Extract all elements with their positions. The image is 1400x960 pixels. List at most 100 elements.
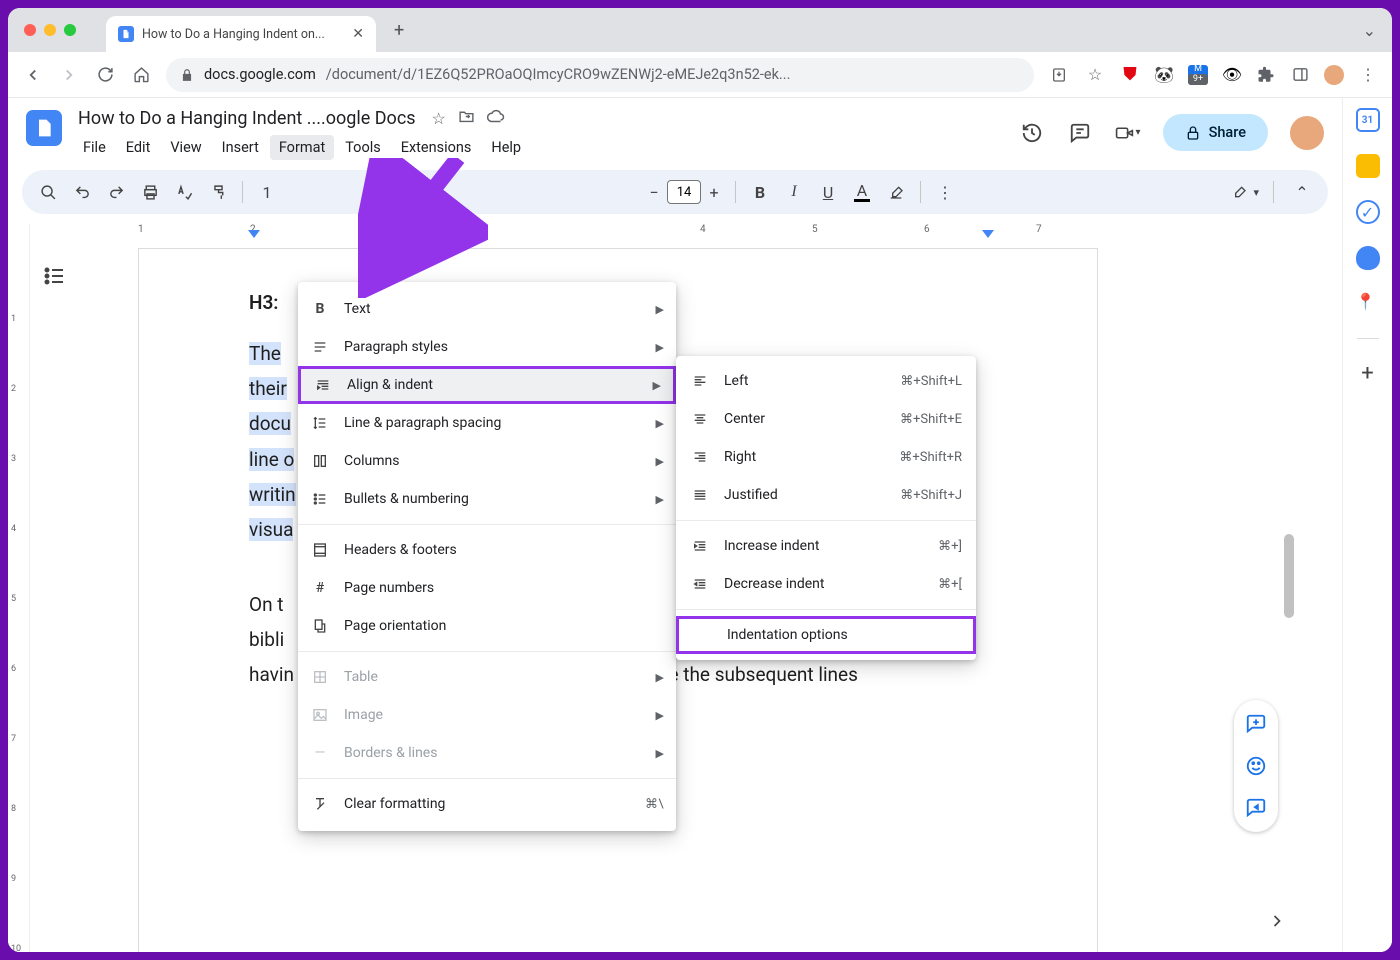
outline-toggle-icon[interactable] xyxy=(43,264,67,292)
add-comment-icon[interactable] xyxy=(1242,710,1270,738)
minimize-window-icon[interactable] xyxy=(44,24,56,36)
toolbar: 1 − 14 + B I U A ⋮ ▾ ⌃ xyxy=(22,170,1328,214)
redo-icon[interactable] xyxy=(102,178,130,206)
menu-extensions[interactable]: Extensions xyxy=(392,135,481,160)
menu-item-align-indent[interactable]: Align & indent▶ xyxy=(298,366,676,404)
text-color-icon[interactable]: A xyxy=(848,178,876,206)
print-icon[interactable] xyxy=(136,178,164,206)
horizontal-ruler[interactable]: 1 2 3 4 5 6 7 xyxy=(30,224,1342,242)
side-panel: 31 ✓ 📍 + xyxy=(1342,98,1392,952)
submenu-align-right[interactable]: Right⌘+Shift+R xyxy=(676,438,976,476)
docs-logo-icon[interactable] xyxy=(26,110,62,146)
menu-file[interactable]: File xyxy=(74,135,115,160)
menu-view[interactable]: View xyxy=(161,135,210,160)
cloud-status-icon[interactable] xyxy=(487,108,505,130)
submenu-increase-indent[interactable]: Increase indent⌘+] xyxy=(676,527,976,565)
window-controls[interactable] xyxy=(24,24,76,36)
collapse-toolbar-icon[interactable]: ⌃ xyxy=(1288,178,1316,206)
undo-icon[interactable] xyxy=(68,178,96,206)
submenu-align-justified[interactable]: Justified⌘+Shift+J xyxy=(676,476,976,514)
maps-app-icon[interactable]: 📍 xyxy=(1356,292,1380,316)
emoji-react-icon[interactable] xyxy=(1242,752,1270,780)
contacts-app-icon[interactable] xyxy=(1356,246,1380,270)
new-tab-button[interactable]: + xyxy=(394,20,404,41)
close-window-icon[interactable] xyxy=(24,24,36,36)
extensions-puzzle-icon[interactable] xyxy=(1256,65,1276,85)
menu-help[interactable]: Help xyxy=(482,135,530,160)
menu-item-page-orientation[interactable]: Page orientation xyxy=(298,607,676,645)
underline-icon[interactable]: U xyxy=(814,178,842,206)
submenu-align-left[interactable]: Left⌘+Shift+L xyxy=(676,362,976,400)
url-field[interactable]: docs.google.com/document/d/1EZ6Q52PROaOQ… xyxy=(166,58,1034,92)
align-indent-submenu: Left⌘+Shift+L Center⌘+Shift+E Right⌘+Shi… xyxy=(676,356,976,660)
search-menus-icon[interactable] xyxy=(34,178,62,206)
paint-format-icon[interactable] xyxy=(204,178,232,206)
share-button[interactable]: Share xyxy=(1163,114,1268,151)
tab-title: How to Do a Hanging Indent on... xyxy=(142,27,344,42)
editing-mode-dropdown[interactable]: ▾ xyxy=(1231,184,1259,200)
highlight-color-icon[interactable] xyxy=(882,178,910,206)
calendar-app-icon[interactable]: 31 xyxy=(1356,108,1380,132)
eye-ext-icon[interactable]: 👁 xyxy=(1222,65,1242,85)
docs-favicon xyxy=(118,26,134,42)
tab-list-chevron-icon[interactable]: ⌄ xyxy=(1363,21,1376,40)
suggest-edit-icon[interactable] xyxy=(1242,794,1270,822)
tasks-app-icon[interactable]: ✓ xyxy=(1356,200,1380,224)
browser-tab[interactable]: How to Do a Hanging Indent on... ✕ xyxy=(106,16,376,52)
font-size-control: − 14 + xyxy=(643,180,725,204)
menu-insert[interactable]: Insert xyxy=(213,135,268,160)
submenu-align-center[interactable]: Center⌘+Shift+E xyxy=(676,400,976,438)
format-dropdown-menu: BText▶ Paragraph styles▶ Align & indent▶… xyxy=(298,282,676,831)
bold-icon[interactable]: B xyxy=(746,178,774,206)
back-button[interactable] xyxy=(22,66,44,84)
menu-item-headers-footers[interactable]: Headers & footers xyxy=(298,531,676,569)
home-button[interactable] xyxy=(130,66,152,83)
menu-item-clear-formatting[interactable]: Clear formatting⌘\ xyxy=(298,785,676,823)
menu-tools[interactable]: Tools xyxy=(336,135,390,160)
pandas-ext-icon[interactable]: 🐼 xyxy=(1154,65,1174,85)
metamask-ext-icon[interactable]: M9+ xyxy=(1188,65,1208,85)
collapse-sidepanel-icon[interactable] xyxy=(1260,904,1294,938)
scrollbar-thumb[interactable] xyxy=(1284,534,1294,618)
zoom-dropdown[interactable]: 1 xyxy=(253,178,281,206)
menu-format[interactable]: Format xyxy=(270,135,334,160)
tab-close-icon[interactable]: ✕ xyxy=(352,27,364,41)
account-avatar[interactable] xyxy=(1290,116,1324,150)
document-title[interactable]: How to Do a Hanging Indent ....oogle Doc… xyxy=(74,106,420,131)
submenu-decrease-indent[interactable]: Decrease indent⌘+[ xyxy=(676,565,976,603)
decrease-font-icon[interactable]: − xyxy=(643,181,665,203)
italic-icon[interactable]: I xyxy=(780,178,808,206)
menu-item-page-numbers[interactable]: #Page numbers xyxy=(298,569,676,607)
ublock-ext-icon[interactable]: ⛊ xyxy=(1120,65,1140,85)
menu-item-bullets[interactable]: Bullets & numbering▶ xyxy=(298,480,676,518)
star-document-icon[interactable]: ☆ xyxy=(432,109,446,128)
keep-app-icon[interactable] xyxy=(1356,154,1380,178)
chrome-menu-icon[interactable]: ⋮ xyxy=(1358,65,1378,85)
right-indent-marker[interactable] xyxy=(982,230,994,240)
spellcheck-icon[interactable] xyxy=(170,178,198,206)
submenu-indentation-options[interactable]: .Indentation options xyxy=(676,616,976,654)
menu-item-columns[interactable]: Columns▶ xyxy=(298,442,676,480)
increase-font-icon[interactable]: + xyxy=(703,181,725,203)
move-document-icon[interactable] xyxy=(458,108,475,129)
meet-icon[interactable]: ▾ xyxy=(1115,120,1141,146)
url-host: docs.google.com xyxy=(204,66,316,83)
vertical-ruler: 1 2 3 4 5 6 7 8 9 10 xyxy=(8,224,30,952)
maximize-window-icon[interactable] xyxy=(64,24,76,36)
add-addon-icon[interactable]: + xyxy=(1361,361,1373,386)
profile-avatar[interactable] xyxy=(1324,65,1344,85)
browser-titlebar: How to Do a Hanging Indent on... ✕ + ⌄ xyxy=(8,8,1392,52)
install-app-icon[interactable] xyxy=(1048,67,1070,83)
menu-item-line-spacing[interactable]: Line & paragraph spacing▶ xyxy=(298,404,676,442)
bookmark-star-icon[interactable]: ☆ xyxy=(1084,65,1106,84)
reload-button[interactable] xyxy=(94,66,116,83)
history-icon[interactable] xyxy=(1019,120,1045,146)
font-size-field[interactable]: 14 xyxy=(667,180,701,204)
menu-edit[interactable]: Edit xyxy=(117,135,160,160)
more-tools-icon[interactable]: ⋮ xyxy=(931,178,959,206)
first-line-indent-marker[interactable] xyxy=(248,230,260,240)
comments-icon[interactable] xyxy=(1067,120,1093,146)
share-label: Share xyxy=(1209,124,1246,141)
sidepanel-icon[interactable] xyxy=(1290,65,1310,85)
menu-item-paragraph-styles[interactable]: Paragraph styles▶ xyxy=(298,328,676,366)
